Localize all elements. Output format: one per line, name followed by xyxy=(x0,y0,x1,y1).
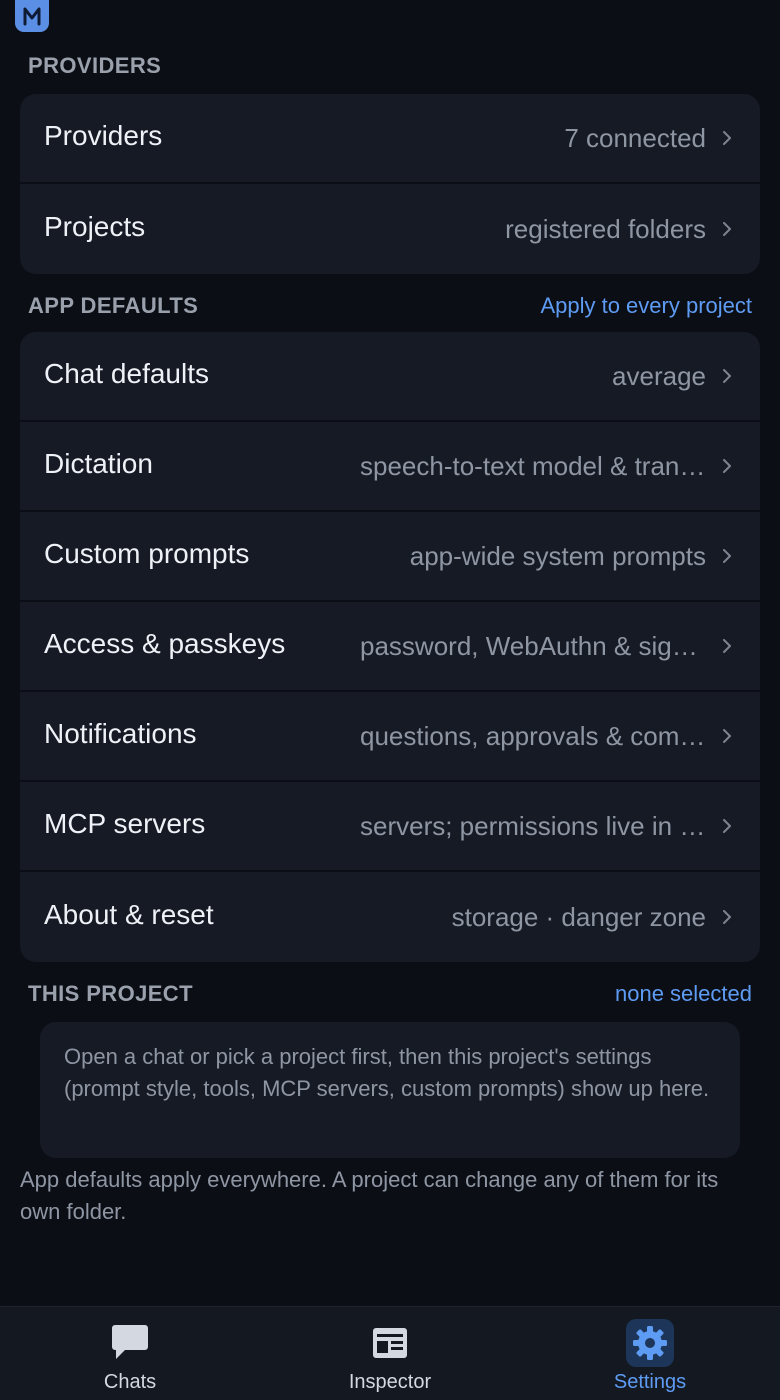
about-reset-row-value: storage · danger zone xyxy=(451,901,706,932)
chevron-right-icon xyxy=(722,221,732,237)
chevron-right-icon xyxy=(722,909,732,925)
app-defaults-section-header: APP DEFAULTS Apply to every project xyxy=(28,291,752,321)
app-logo-icon xyxy=(23,7,41,26)
projects-row-label: Projects xyxy=(44,211,146,242)
app-defaults-group: Chat defaults average Dictation speech-t… xyxy=(20,332,760,962)
project-selection-status[interactable]: none selected xyxy=(615,981,752,1007)
notifications-row-value: questions, approvals & completions xyxy=(360,720,706,751)
providers-group: Providers 7 connected Projects registere… xyxy=(20,94,760,274)
mcp-servers-row[interactable]: MCP servers servers; permissions live in… xyxy=(20,782,760,872)
app-logo[interactable] xyxy=(15,0,49,32)
custom-prompts-row[interactable]: Custom prompts app-wide system prompts xyxy=(20,512,760,602)
app-defaults-footnote: App defaults apply everywhere. A project… xyxy=(20,1167,719,1224)
dictation-row-label: Dictation xyxy=(44,448,153,479)
providers-row-label: Providers xyxy=(44,120,163,151)
gear-icon xyxy=(626,1319,674,1367)
tab-chats[interactable]: Chats xyxy=(0,1307,260,1400)
access-passkeys-row-value: password, WebAuthn & sign-in xyxy=(360,630,706,661)
providers-section-header: PROVIDERS xyxy=(28,51,752,81)
bottom-tab-bar: Chats Inspector Settings xyxy=(0,1306,780,1400)
tab-chats-label: Chats xyxy=(103,1371,157,1393)
projects-row-value: registered folders xyxy=(505,213,706,244)
this-project-section-title: THIS PROJECT xyxy=(28,981,193,1006)
chevron-right-icon xyxy=(722,130,732,146)
access-passkeys-row[interactable]: Access & passkeys password, WebAuthn & s… xyxy=(20,602,760,692)
chevron-right-icon xyxy=(722,818,732,834)
this-project-section-header: THIS PROJECT none selected xyxy=(28,979,752,1009)
chevron-right-icon xyxy=(722,728,732,744)
this-project-notice: Open a chat or pick a project first, the… xyxy=(40,1022,740,1158)
chevron-right-icon xyxy=(722,368,732,384)
chevron-right-icon xyxy=(722,548,732,564)
notifications-row[interactable]: Notifications questions, approvals & com… xyxy=(20,692,760,782)
tab-settings-label: Settings xyxy=(613,1371,687,1393)
chat-bubble-icon xyxy=(106,1319,154,1367)
apply-to-every-project-link[interactable]: Apply to every project xyxy=(540,293,752,319)
notifications-row-label: Notifications xyxy=(44,718,197,749)
projects-row[interactable]: Projects registered folders xyxy=(20,184,760,274)
chevron-right-icon xyxy=(722,458,732,474)
custom-prompts-row-label: Custom prompts xyxy=(44,538,250,569)
chat-defaults-row-label: Chat defaults xyxy=(44,358,209,389)
access-passkeys-row-label: Access & passkeys xyxy=(44,628,286,659)
chat-defaults-row[interactable]: Chat defaults average xyxy=(20,332,760,422)
about-reset-row-label: About & reset xyxy=(44,899,214,930)
providers-section-title: PROVIDERS xyxy=(28,53,162,78)
providers-row-value: 7 connected xyxy=(564,122,706,153)
tab-settings[interactable]: Settings xyxy=(520,1307,780,1400)
mcp-servers-row-value: servers; permissions live in projects xyxy=(360,810,706,841)
about-reset-row[interactable]: About & reset storage · danger zone xyxy=(20,872,760,962)
mcp-servers-row-label: MCP servers xyxy=(44,808,206,839)
app-defaults-section-title: APP DEFAULTS xyxy=(28,293,199,318)
chevron-right-icon xyxy=(722,638,732,654)
inspector-icon xyxy=(366,1319,414,1367)
custom-prompts-row-value: app-wide system prompts xyxy=(409,540,706,571)
dictation-row[interactable]: Dictation speech-to-text model & transcr… xyxy=(20,422,760,512)
tab-inspector-label: Inspector xyxy=(348,1371,432,1393)
dictation-row-value: speech-to-text model & transcription xyxy=(360,450,706,481)
chat-defaults-row-value: average xyxy=(612,360,706,391)
providers-row[interactable]: Providers 7 connected xyxy=(20,94,760,184)
tab-inspector[interactable]: Inspector xyxy=(260,1307,520,1400)
